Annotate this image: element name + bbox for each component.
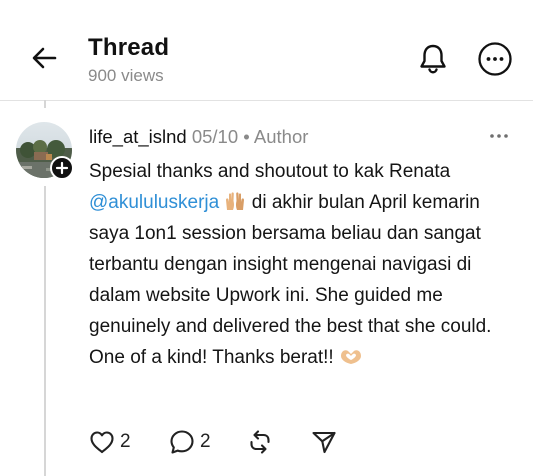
thread-line (44, 186, 46, 476)
thread-page: Thread 900 views life_at_islnd 05/10 • A… (0, 0, 533, 476)
send-icon (312, 431, 336, 454)
bell-icon (420, 44, 446, 74)
author-badge: Author (253, 126, 309, 147)
like-button[interactable]: 2 (88, 428, 134, 456)
more-options-button[interactable] (477, 41, 513, 77)
post-text: Spesial thanks and shoutout to kak Renat… (89, 161, 451, 182)
heart-icon (90, 431, 114, 454)
post-date: 05/10 (191, 126, 239, 147)
share-button[interactable] (310, 428, 338, 456)
title-block: Thread 900 views (88, 34, 169, 87)
post-text: di akhir bulan April kemarin saya 1on1 s… (89, 192, 492, 368)
post-more-button[interactable] (486, 126, 514, 146)
follow-button[interactable] (50, 156, 74, 180)
view-count: 900 views (88, 66, 164, 85)
repost-button[interactable] (246, 428, 274, 456)
username[interactable]: life_at_islnd (89, 126, 187, 147)
header: Thread 900 views (0, 0, 533, 100)
plus-icon (55, 161, 69, 175)
back-arrow-icon (32, 47, 57, 69)
reply-button[interactable]: 2 (168, 428, 214, 456)
meta-separator: • (243, 126, 250, 147)
page-title: Thread (88, 34, 170, 61)
post-body: Spesial thanks and shoutout to kak Renat… (89, 156, 519, 373)
mention-link[interactable]: @akululuskerja (89, 192, 219, 213)
post-meta: life_at_islnd 05/10 • Author (89, 126, 308, 148)
more-icon (478, 42, 512, 76)
repost-icon (250, 430, 270, 454)
back-button[interactable] (30, 43, 60, 73)
more-horizontal-icon (490, 134, 508, 138)
like-count: 2 (120, 431, 131, 452)
raised-hands-emoji (224, 190, 246, 210)
header-divider (0, 100, 533, 101)
notifications-button[interactable] (416, 42, 450, 76)
comment-icon (170, 430, 194, 454)
reply-count: 2 (200, 431, 211, 452)
heart-hands-emoji (339, 345, 361, 365)
thread-line (44, 100, 46, 108)
